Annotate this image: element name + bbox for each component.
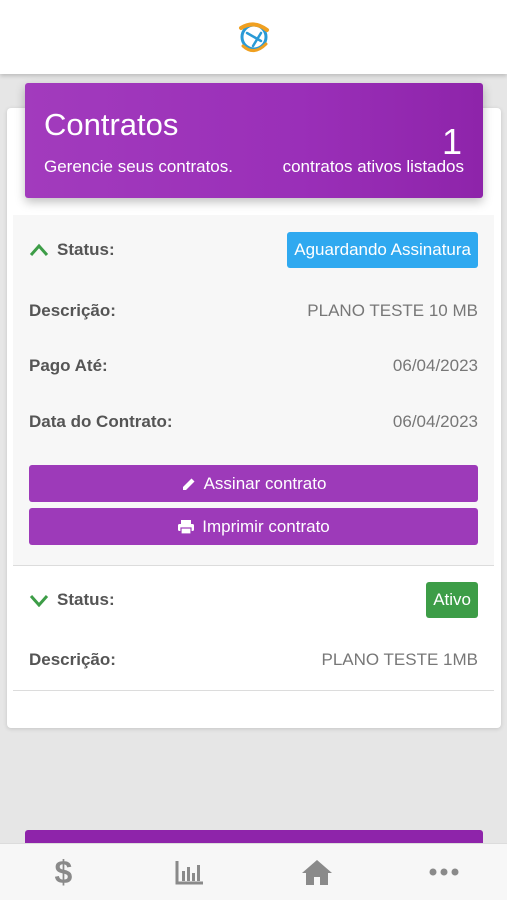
contract-item: Status: Ativo Descrição: PLANO TESTE 1MB [13,567,494,691]
field-row: Descrição: PLANO TESTE 10 MB [29,291,478,331]
field-value: 06/04/2023 [392,412,478,431]
status-label: Status: [57,590,115,609]
active-contracts-label: contratos ativos listados [282,157,464,176]
print-contract-label: Imprimir contrato [202,516,330,536]
field-value: 06/04/2023 [392,356,478,375]
status-row[interactable]: Status: Aguardando Assinatura [29,230,478,270]
status-badge: Ativo [426,582,478,618]
nav-usage[interactable] [160,844,220,900]
dollar-icon: $ [54,853,73,890]
printer-icon [178,519,195,535]
status-label: Status: [57,240,115,259]
field-value: PLANO TESTE 1MB [321,650,478,669]
status-badge: Aguardando Assinatura [287,232,478,268]
page-subtitle: Gerencie seus contratos. [44,157,233,176]
field-row: Pago Até: 06/04/2023 [29,346,478,386]
field-label: Pago Até: [29,356,108,375]
more-icon [429,868,459,876]
print-contract-button[interactable]: Imprimir contrato [29,508,478,545]
field-row: Descrição: PLANO TESTE 1MB [29,640,478,680]
sign-contract-button[interactable]: Assinar contrato [29,465,478,502]
field-value: PLANO TESTE 10 MB [307,301,478,320]
page-title: Contratos [44,107,179,142]
nav-more[interactable] [414,844,474,900]
field-label: Descrição: [29,650,116,669]
status-label-wrap: Status: [29,240,115,260]
top-bar [0,0,507,74]
field-label: Data do Contrato: [29,412,173,431]
bottom-nav: $ [0,843,507,900]
chevron-up-icon[interactable] [29,243,49,257]
status-label-wrap: Status: [29,590,115,610]
status-row[interactable]: Status: Ativo [29,580,478,620]
nav-financial[interactable]: $ [33,844,93,900]
chart-icon [175,861,204,885]
sign-contract-label: Assinar contrato [203,473,327,493]
field-label: Descrição: [29,301,116,320]
pencil-icon [182,478,195,490]
app-logo[interactable] [233,16,275,58]
nav-home[interactable] [287,844,347,900]
field-row: Data do Contrato: 06/04/2023 [29,402,478,442]
contract-item: Status: Aguardando Assinatura Descrição:… [13,215,494,566]
home-icon [301,860,332,885]
contracts-header: Contratos Gerencie seus contratos. 1 con… [25,83,483,198]
chevron-down-icon[interactable] [29,593,49,607]
